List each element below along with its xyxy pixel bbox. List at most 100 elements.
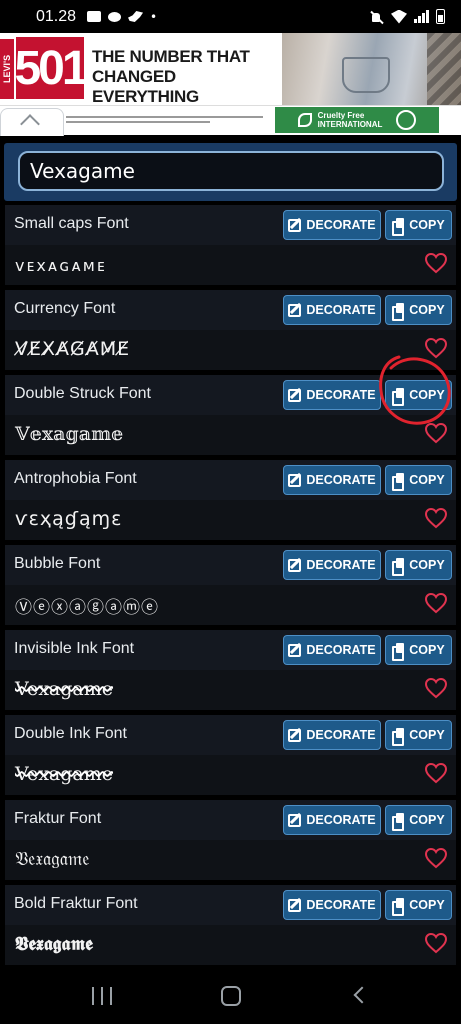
decorate-label: DECORATE	[306, 218, 376, 232]
heart-icon[interactable]	[424, 932, 448, 954]
copy-icon	[392, 388, 405, 406]
heart-icon[interactable]	[424, 847, 448, 869]
ad-model-number: 501	[14, 37, 89, 99]
font-card-bold-fraktur: Bold Fraktur Font DECORATE COPY 𝖁𝖊𝖝𝖆𝖌𝖆𝖒𝖊	[5, 885, 456, 965]
badge-line2: INTERNATIONAL	[317, 120, 383, 129]
heart-icon[interactable]	[424, 252, 448, 274]
font-sample[interactable]: V̸E̸X̸A̸G̸A̸M̸E̸	[15, 338, 130, 360]
search-frame	[4, 143, 457, 201]
decorate-button[interactable]: DECORATE	[283, 210, 381, 240]
search-box[interactable]	[18, 151, 444, 191]
font-card-double-struck: Double Struck Font DECORATE COPY 𝕍𝕖𝕩𝕒𝕘𝕒𝕞…	[5, 375, 456, 455]
font-card-header: Small caps Font DECORATE COPY	[5, 205, 456, 245]
font-sample[interactable]: 𝕍𝕖𝕩𝕒𝕘𝕒𝕞𝕖	[15, 423, 123, 445]
chevron-up-icon	[20, 114, 40, 134]
ad-fineprint	[66, 113, 271, 129]
copy-icon	[392, 558, 405, 576]
font-card-header: Bubble Font DECORATE COPY	[5, 545, 456, 585]
font-card-antrophobia: Antrophobia Font DECORATE COPY ѵɛҳąɠąɱɛ	[5, 460, 456, 540]
copy-button[interactable]: COPY	[385, 805, 452, 835]
font-card-title: Small caps Font	[14, 215, 129, 232]
copy-button[interactable]: COPY	[385, 295, 452, 325]
search-input[interactable]	[30, 159, 432, 183]
mute-icon	[370, 10, 384, 24]
heart-icon[interactable]	[424, 677, 448, 699]
heart-icon[interactable]	[424, 762, 448, 784]
decorate-button[interactable]: DECORATE	[283, 720, 381, 750]
font-card-header: Invisible Ink Font DECORATE COPY	[5, 630, 456, 670]
font-sample[interactable]: Vexagame	[15, 678, 113, 700]
copy-button[interactable]: COPY	[385, 720, 452, 750]
decorate-label: DECORATE	[306, 813, 376, 827]
copy-icon	[392, 643, 405, 661]
edit-icon	[288, 558, 302, 572]
battery-icon	[436, 9, 445, 24]
copy-button[interactable]: COPY	[385, 380, 452, 410]
font-card-fraktur: Fraktur Font DECORATE COPY 𝔙𝔢𝔵𝔞𝔤𝔞𝔪𝔢	[5, 800, 456, 880]
ad-banner[interactable]: LEVI'S 501 THE NUMBER THAT CHANGED EVERY…	[0, 33, 461, 105]
back-button[interactable]	[353, 986, 371, 1004]
font-card-title: Currency Font	[14, 300, 116, 317]
edit-icon	[288, 473, 302, 487]
decorate-button[interactable]: DECORATE	[283, 805, 381, 835]
decorate-label: DECORATE	[306, 558, 376, 572]
font-sample[interactable]: ѵɛҳąɠąɱɛ	[15, 508, 122, 530]
copy-button[interactable]: COPY	[385, 890, 452, 920]
heart-icon[interactable]	[424, 507, 448, 529]
font-card-header: Double Struck Font DECORATE COPY	[5, 375, 456, 415]
decorate-label: DECORATE	[306, 643, 376, 657]
copy-button[interactable]: COPY	[385, 210, 452, 240]
ad-headline-line2: CHANGED EVERYTHING	[92, 67, 199, 105]
ad-jeans-photo	[282, 33, 461, 105]
decorate-button[interactable]: DECORATE	[283, 295, 381, 325]
status-bar: 01.28 •	[0, 0, 461, 33]
font-card-bubble: Bubble Font DECORATE COPY Ⓥⓔⓧⓐⓖⓐⓜⓔ	[5, 545, 456, 625]
font-sample[interactable]: Vexagame	[15, 763, 113, 785]
seal-icon	[396, 110, 417, 130]
edit-icon	[288, 388, 302, 402]
edit-icon	[288, 303, 302, 317]
chat-icon	[108, 11, 122, 22]
leaf-icon	[297, 113, 312, 127]
gallery-icon	[87, 11, 102, 22]
font-sample[interactable]: 𝖁𝖊𝖝𝖆𝖌𝖆𝖒𝖊	[15, 933, 93, 955]
heart-icon[interactable]	[424, 337, 448, 359]
font-sample[interactable]: Ⓥⓔⓧⓐⓖⓐⓜⓔ	[15, 593, 159, 618]
decorate-button[interactable]: DECORATE	[283, 550, 381, 580]
font-sample[interactable]: 𝔙𝔢𝔵𝔞𝔤𝔞𝔪𝔢	[15, 848, 89, 870]
decorate-label: DECORATE	[306, 303, 376, 317]
copy-icon	[392, 728, 405, 746]
decorate-label: DECORATE	[306, 473, 376, 487]
font-sample[interactable]: ᴠᴇxᴀɢᴀᴍᴇ	[15, 256, 107, 275]
font-card-small-caps: Small caps Font DECORATE COPY ᴠᴇxᴀɢᴀᴍᴇ	[5, 205, 456, 285]
copy-button[interactable]: COPY	[385, 465, 452, 495]
decorate-button[interactable]: DECORATE	[283, 890, 381, 920]
font-card-header: Bold Fraktur Font DECORATE COPY	[5, 885, 456, 925]
copy-icon	[392, 218, 405, 236]
ad-headline-line1: THE NUMBER THAT	[92, 47, 250, 66]
status-time: 01.28	[36, 7, 77, 25]
decorate-button[interactable]: DECORATE	[283, 635, 381, 665]
copy-icon	[392, 898, 405, 916]
recent-apps-button[interactable]	[92, 987, 112, 1005]
edit-icon	[288, 218, 302, 232]
cruelty-free-badge[interactable]: Cruelty Free INTERNATIONAL	[275, 107, 439, 133]
font-card-title: Bold Fraktur Font	[14, 895, 138, 912]
copy-button[interactable]: COPY	[385, 550, 452, 580]
decorate-button[interactable]: DECORATE	[283, 465, 381, 495]
edit-icon	[288, 728, 302, 742]
home-button[interactable]	[221, 986, 241, 1006]
copy-button[interactable]: COPY	[385, 635, 452, 665]
ad-collapse-button[interactable]	[0, 108, 64, 136]
copy-label: COPY	[409, 728, 445, 742]
copy-icon	[392, 473, 405, 491]
font-card-double-ink: Double Ink Font DECORATE COPY Vexagame	[5, 715, 456, 795]
decorate-button[interactable]: DECORATE	[283, 380, 381, 410]
copy-label: COPY	[409, 473, 445, 487]
copy-label: COPY	[409, 303, 445, 317]
font-card-title: Fraktur Font	[14, 810, 102, 827]
heart-icon[interactable]	[424, 422, 448, 444]
decorate-label: DECORATE	[306, 898, 376, 912]
wifi-icon	[391, 9, 407, 24]
heart-icon[interactable]	[424, 592, 448, 614]
